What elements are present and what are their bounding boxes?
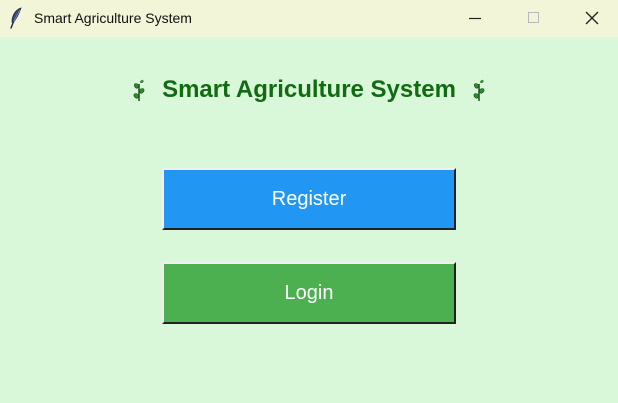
title-bar[interactable]: Smart Agriculture System xyxy=(0,0,618,37)
minimize-icon xyxy=(469,17,481,20)
maximize-button[interactable] xyxy=(510,0,556,37)
herb-icon xyxy=(130,78,148,102)
minimize-button[interactable] xyxy=(452,0,498,37)
close-button[interactable] xyxy=(568,0,614,37)
login-button[interactable]: Login xyxy=(162,262,456,324)
page-title: Smart Agriculture System xyxy=(162,76,456,103)
login-button-label: Login xyxy=(284,281,334,304)
feather-icon xyxy=(8,7,24,29)
window-title: Smart Agriculture System xyxy=(34,10,192,26)
herb-icon xyxy=(470,78,488,102)
maximize-icon xyxy=(528,12,539,23)
close-icon xyxy=(585,11,599,25)
register-button[interactable]: Register xyxy=(162,168,456,230)
register-button-label: Register xyxy=(271,187,347,210)
page-heading: Smart Agriculture System xyxy=(0,76,618,112)
app-window: Smart Agriculture System Smart Agricultu… xyxy=(0,0,618,403)
